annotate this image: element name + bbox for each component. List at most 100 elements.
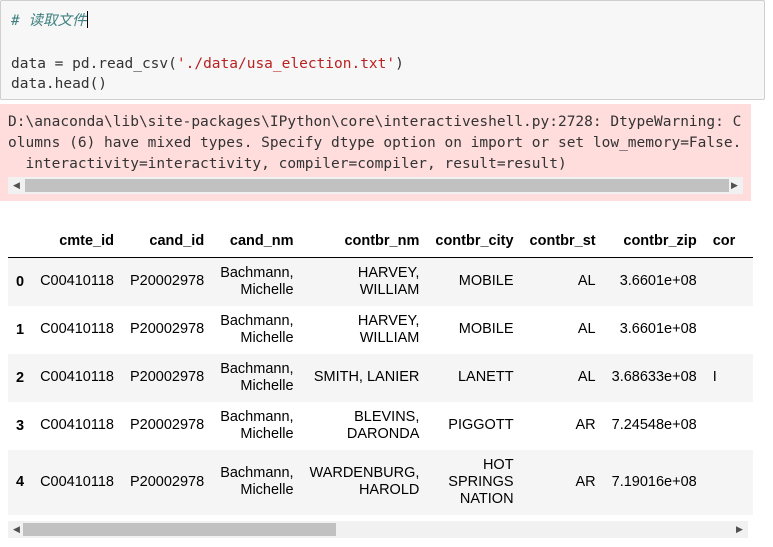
cell-contbr-city: MOBILE: [427, 258, 521, 306]
row-index: 2: [16, 369, 25, 386]
cell-cand-id: P20002978: [130, 273, 205, 290]
cell-contbr-city: LANETT: [427, 354, 521, 402]
scroll-right-icon[interactable]: ▶: [731, 521, 748, 538]
cell-contbr-city: MOBILE: [427, 306, 521, 354]
cell-contbr-st: AR: [575, 473, 596, 490]
row-index: 3: [16, 417, 25, 434]
stderr-line: interactivity=interactivity, compiler=co…: [8, 156, 567, 172]
cell-line: BLEVINS,: [354, 408, 420, 425]
cell-line: PIGGOTT: [448, 417, 514, 433]
cell-contbr-st: AL: [577, 273, 596, 290]
scroll-right-icon[interactable]: ▶: [726, 177, 743, 194]
cell-cand-nm: Bachmann, Michelle: [212, 450, 301, 515]
row-index: 0: [16, 273, 25, 290]
row-index: 1: [16, 321, 25, 338]
cell-cand-id: P20002978: [130, 473, 205, 490]
scrollbar-thumb[interactable]: [23, 523, 336, 536]
cell-cand-nm: Bachmann, Michelle: [212, 354, 301, 402]
cell-contbr-zip: 7.19016e+08: [611, 473, 697, 490]
cell-line: NATION: [459, 490, 514, 507]
stderr-line: olumns (6) have mixed types. Specify dty…: [8, 135, 742, 151]
cell-line: HARVEY,: [357, 312, 420, 329]
cell-line: HAROLD: [358, 482, 420, 498]
table-horizontal-scrollbar[interactable]: ◀ ▶: [8, 521, 748, 538]
cell-cmte-id: C00410118: [40, 417, 114, 433]
cell-line: HOT: [482, 456, 514, 473]
cell-line: WILLIAM: [359, 281, 420, 298]
cell-cut: [705, 402, 753, 450]
scrollbar-thumb[interactable]: [25, 179, 729, 192]
code-comment-line: # 读取文件: [11, 11, 89, 29]
cell-line: MOBILE: [458, 321, 514, 337]
cell-line: WARDENBURG,: [309, 465, 420, 481]
cell-cut: [705, 258, 753, 306]
cell-cand-id: P20002978: [130, 369, 205, 385]
column-header: contbr_zip: [603, 224, 705, 258]
cell-line: WILLIAM: [359, 329, 420, 346]
cell-contbr-nm: SMITH, LANIER: [302, 354, 428, 402]
cell-contbr-nm: HARVEY, WILLIAM: [302, 258, 428, 306]
cell-line: Bachmann,: [220, 360, 294, 377]
cell-cand-nm: Bachmann, Michelle: [212, 402, 301, 450]
table-row: 0 C00410118 P20002978 Bachmann, Michelle HARV…: [8, 257, 753, 306]
cell-contbr-zip: 7.24548e+08: [611, 417, 697, 433]
column-header: cor: [704, 224, 753, 258]
cell-contbr-city: PIGGOTT: [427, 402, 521, 450]
cell-line: Michelle: [240, 482, 294, 498]
cell-line: Bachmann,: [220, 312, 294, 329]
cell-contbr-st: AR: [575, 417, 596, 433]
cell-contbr-nm: HARVEY, WILLIAM: [302, 306, 428, 354]
index-header: [8, 224, 33, 258]
cell-contbr-zip: 3.68633e+08: [611, 369, 697, 385]
cell-cand-id: P20002978: [130, 417, 205, 433]
cell-line: Bachmann,: [220, 465, 294, 481]
cell-cand-id: P20002978: [130, 321, 205, 337]
cell-cut: [705, 306, 753, 354]
stderr-line: D:\anaconda\lib\site-packages\IPython\co…: [8, 114, 742, 130]
cell-cmte-id: C00410118: [40, 369, 114, 385]
column-header: contbr_city: [427, 224, 522, 258]
cell-line: Michelle: [240, 329, 294, 346]
cell-line: MOBILE: [458, 273, 514, 290]
cell-line: SPRINGS: [448, 473, 514, 490]
cell-contbr-st: AL: [577, 369, 596, 385]
table-header-row: cmte_id cand_id cand_nm contbr_nm contbr_cit…: [8, 224, 753, 258]
cell-cand-nm: Bachmann, Michelle: [212, 258, 301, 306]
cell-line: Michelle: [240, 377, 294, 394]
row-index: 4: [16, 474, 25, 490]
cell-line: Michelle: [240, 281, 294, 298]
cell-line: Bachmann,: [220, 264, 294, 281]
cell-line: LANETT: [457, 369, 514, 385]
stderr-text: D:\anaconda\lib\site-packages\IPython\co…: [8, 112, 741, 175]
cell-cmte-id: C00410118: [40, 473, 114, 490]
cell-contbr-st: AL: [577, 321, 596, 337]
column-header: contbr_st: [521, 224, 604, 258]
code-input-cell[interactable]: # 读取文件 data = pd.read_csv('./data/usa_el…: [0, 0, 765, 100]
code-line-read-csv: data = pd.read_csv('./data/usa_election.…: [11, 56, 404, 72]
cell-line: Bachmann,: [220, 408, 294, 425]
scroll-left-icon[interactable]: ◀: [8, 177, 25, 194]
table-row: 3 C00410118 P20002978 Bachmann, Michelle BLEV…: [8, 402, 753, 450]
cell-contbr-zip: 3.6601e+08: [619, 273, 697, 290]
dataframe-table: cmte_id cand_id cand_nm contbr_nm contbr_cit…: [8, 224, 753, 515]
table-row: 2 C00410118 P20002978 Bachmann, Michelle SMIT…: [8, 353, 753, 402]
cell-cmte-id: C00410118: [40, 321, 114, 337]
cell-cmte-id: C00410118: [40, 273, 114, 290]
cell-cut: [705, 450, 753, 515]
cell-line: HARVEY,: [357, 264, 420, 281]
cell-cand-nm: Bachmann, Michelle: [212, 306, 301, 354]
stderr-horizontal-scrollbar[interactable]: ◀ ▶: [8, 177, 743, 194]
code-line-head: data.head(): [11, 76, 108, 92]
table-row: 1 C00410118 P20002978 Bachmann, Michelle HARV…: [8, 306, 753, 354]
cell-line: DARONDA: [346, 425, 420, 442]
column-header: cmte_id: [32, 224, 122, 258]
stderr-output: D:\anaconda\lib\site-packages\IPython\co…: [0, 104, 751, 201]
column-header: cand_id: [122, 224, 213, 258]
cell-cut: I: [712, 369, 717, 385]
cell-line: SMITH, LANIER: [313, 369, 420, 385]
text-cursor: [87, 11, 89, 28]
table-row: 4 C00410118 P20002978 Bachmann, Michelle WARD…: [8, 449, 753, 515]
cell-line: Michelle: [240, 425, 294, 442]
cell-contbr-city: HOT SPRINGS NATION: [427, 450, 521, 515]
column-header: cand_nm: [212, 224, 302, 258]
